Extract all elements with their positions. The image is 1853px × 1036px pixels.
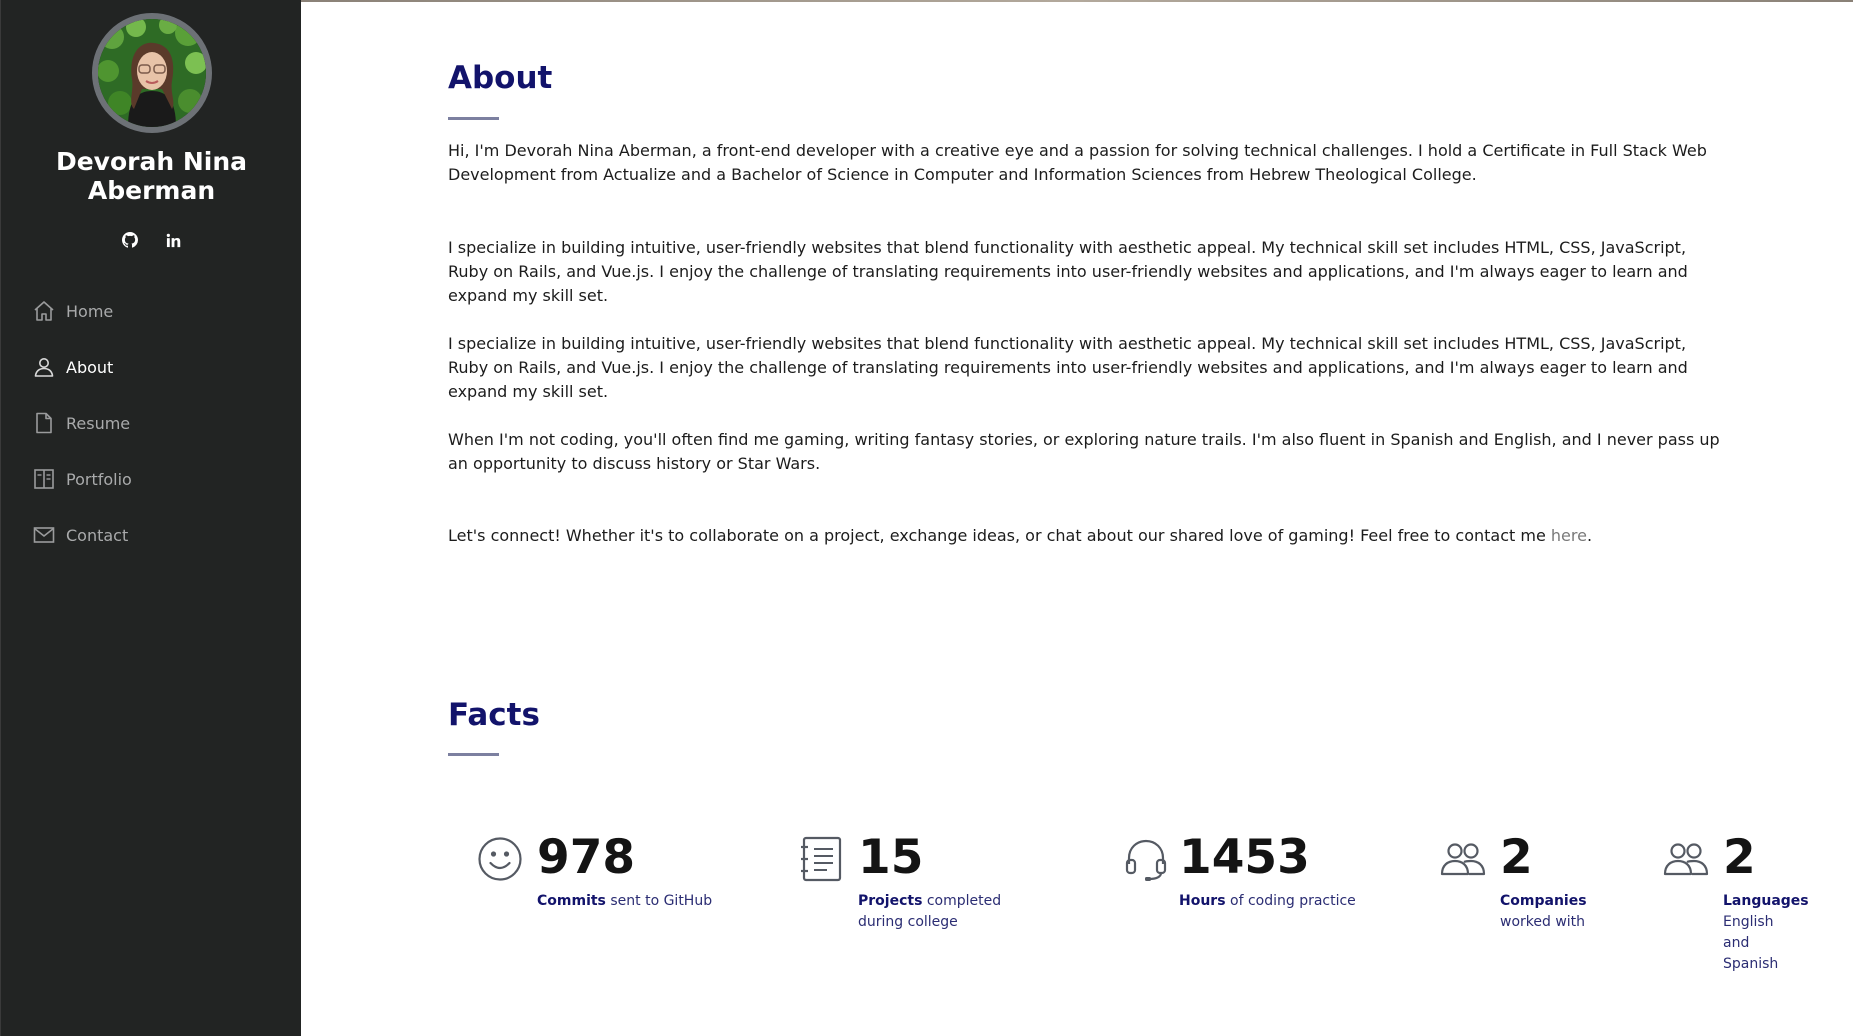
about-paragraph-2: I specialize in building intuitive, user… (448, 238, 1688, 305)
book-icon (34, 469, 54, 489)
nav-item-home[interactable]: Home (1, 283, 302, 339)
main-nav: Home About Resume Portfolio Contact (1, 283, 302, 563)
linkedin-link[interactable] (163, 229, 185, 251)
fact-number: 1453 (1179, 830, 1310, 885)
nav-label-contact: Contact (66, 525, 129, 545)
fact-caption-rest: sent to GitHub (605, 893, 713, 909)
about-paragraph-3: I specialize in building intuitive, user… (448, 334, 1688, 401)
contact-end: . (1586, 526, 1593, 545)
fact-caption-bold: Hours (1179, 893, 1226, 909)
nav-label-portfolio: Portfolio (66, 469, 132, 489)
fact-caption: Commits sent to GitHub (537, 891, 717, 912)
nav-item-resume[interactable]: Resume (1, 395, 302, 451)
nav-item-portfolio[interactable]: Portfolio (1, 451, 302, 507)
fact-caption-bold: Companies (1500, 893, 1587, 909)
about-title-underline (448, 117, 499, 120)
headset-icon (1125, 839, 1167, 881)
fact-caption: Projects completed during college (858, 891, 1043, 933)
fact-caption: Hours of coding practice (1179, 891, 1379, 912)
people-icon (1663, 843, 1709, 876)
fact-caption: Companies worked with (1500, 891, 1595, 933)
file-icon (36, 412, 52, 434)
avatar-photo (98, 19, 206, 127)
nav-item-about[interactable]: About (1, 339, 302, 395)
social-links (1, 229, 302, 251)
nav-label-home: Home (66, 301, 114, 321)
about-paragraph-1: Hi, I'm Devorah Nina Aberman, a front-en… (448, 141, 1707, 184)
fact-number: 978 (537, 830, 636, 885)
nav-label-about: About (66, 357, 114, 377)
fact-number: 2 (1500, 830, 1533, 885)
fact-number: 2 (1723, 830, 1756, 885)
home-icon (34, 301, 54, 321)
fact-caption-bold: Projects (858, 893, 923, 909)
fact-caption-bold: Commits (537, 893, 606, 909)
fact-number: 15 (858, 830, 924, 885)
fact-caption-bold: Languages (1723, 893, 1809, 909)
fact-caption-rest: worked with (1500, 914, 1586, 930)
fact-caption: Languages English and Spanish (1723, 891, 1809, 975)
nav-item-contact[interactable]: Contact (1, 507, 302, 563)
envelope-icon (33, 527, 55, 543)
contact-text: Let's connect! Whether it's to collabora… (448, 526, 1551, 545)
facts-title: Facts (448, 697, 540, 733)
people-icon (1440, 843, 1486, 876)
profile-name: Devorah Nina Aberman (55, 147, 248, 205)
about-title: About (448, 60, 553, 96)
journal-icon (801, 836, 842, 882)
person-icon (34, 358, 54, 377)
github-link[interactable] (119, 229, 141, 251)
linkedin-icon (166, 233, 181, 247)
fact-caption-rest: English and Spanish (1723, 914, 1779, 972)
about-paragraph-4: When I'm not coding, you'll often find m… (448, 430, 1720, 473)
top-border (301, 0, 1853, 2)
fact-caption-rest: of coding practice (1225, 893, 1356, 909)
smiley-icon (478, 837, 522, 881)
github-icon (121, 232, 138, 248)
sidebar: Devorah Nina Aberman Home About Resume P… (0, 0, 301, 1036)
avatar (92, 13, 212, 133)
nav-label-resume: Resume (66, 413, 131, 433)
about-contact-paragraph: Let's connect! Whether it's to collabora… (448, 524, 1723, 548)
contact-here-link[interactable]: here (1551, 526, 1587, 545)
facts-title-underline (448, 753, 499, 756)
